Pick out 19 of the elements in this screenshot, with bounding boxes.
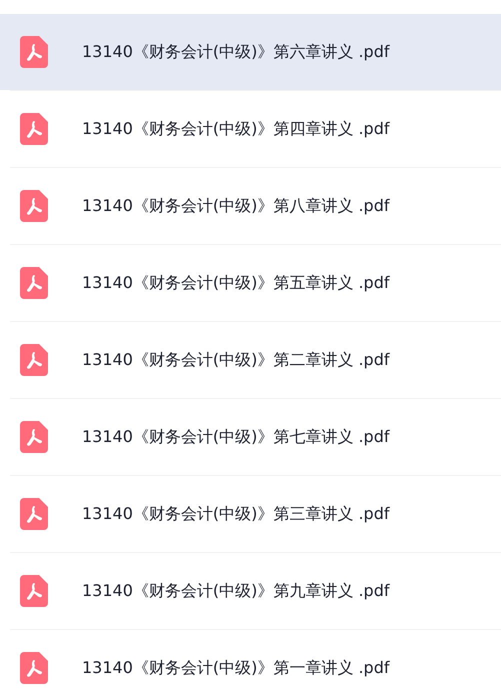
file-name: 13140《财务会计(中级)》第七章讲义 .pdf — [82, 426, 390, 448]
file-name: 13140《财务会计(中级)》第四章讲义 .pdf — [82, 118, 390, 140]
file-name: 13140《财务会计(中级)》第六章讲义 .pdf — [82, 41, 390, 63]
file-name: 13140《财务会计(中级)》第三章讲义 .pdf — [82, 503, 390, 525]
pdf-file-icon — [20, 575, 48, 607]
pdf-file-icon — [20, 113, 48, 145]
file-name: 13140《财务会计(中级)》第一章讲义 .pdf — [82, 657, 390, 679]
file-name: 13140《财务会计(中级)》第二章讲义 .pdf — [82, 349, 390, 371]
file-name: 13140《财务会计(中级)》第八章讲义 .pdf — [82, 195, 390, 217]
file-name: 13140《财务会计(中级)》第五章讲义 .pdf — [82, 272, 390, 294]
pdf-file-icon — [20, 190, 48, 222]
file-row[interactable]: 13140《财务会计(中级)》第六章讲义 .pdf — [0, 14, 501, 90]
pdf-file-icon — [20, 652, 48, 684]
pdf-file-icon — [20, 36, 48, 68]
pdf-file-icon — [20, 498, 48, 530]
pdf-file-icon — [20, 421, 48, 453]
pdf-file-icon — [20, 267, 48, 299]
pdf-file-icon — [20, 344, 48, 376]
file-name: 13140《财务会计(中级)》第九章讲义 .pdf — [82, 580, 390, 602]
